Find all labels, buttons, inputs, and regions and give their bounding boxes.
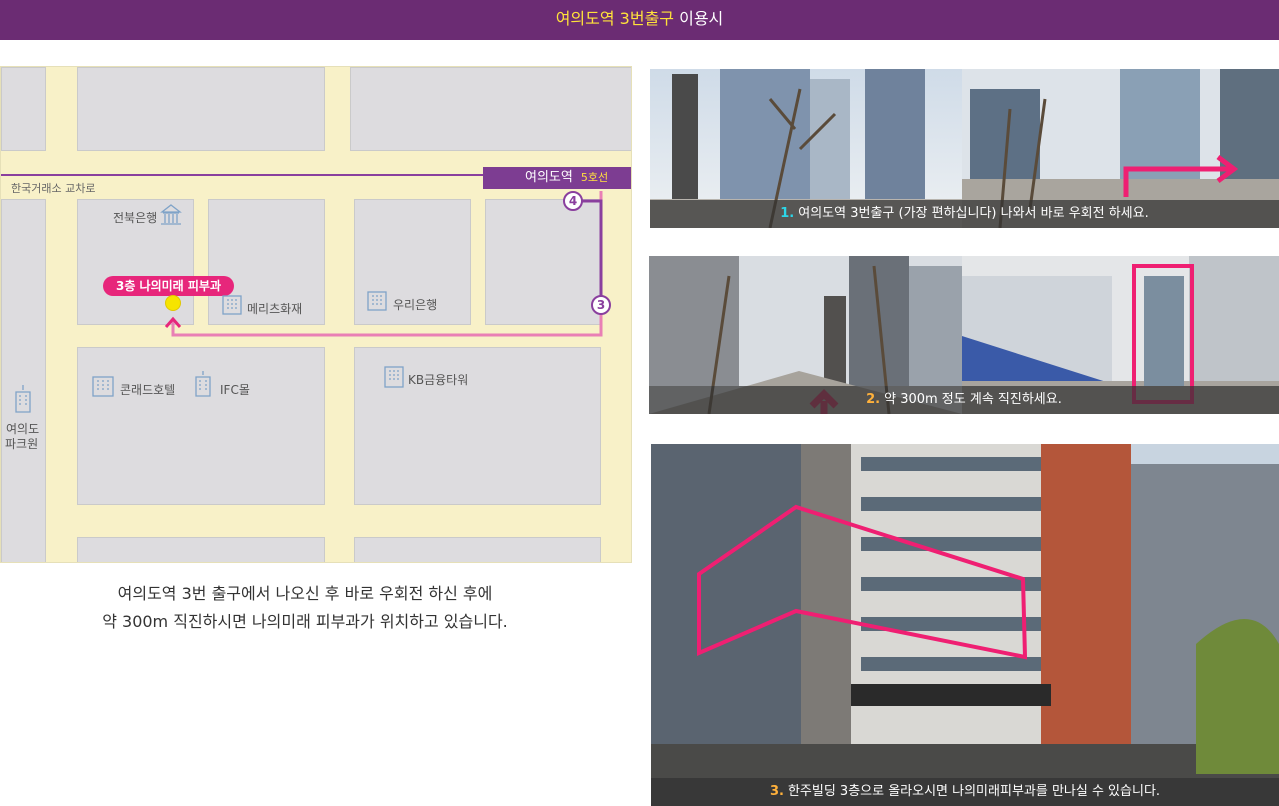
route-lines [1, 174, 631, 337]
caption-text: 약 300m 정도 계속 직진하세요. [884, 392, 1062, 407]
clinic-label: 3층 나의미래 피부과 [103, 276, 234, 296]
place-conrad-hotel: 콘래드호텔 [120, 383, 176, 397]
place-meritz: 메리츠화재 [247, 302, 303, 316]
photo-step-1: 1. 여의도역 3번출구 (가장 편하십니다) 나와서 바로 우회전 하세요. [650, 69, 1279, 228]
step-number: 1. [780, 206, 795, 221]
description-line-1: 여의도역 3번 출구에서 나오신 후 바로 우회전 하신 후에 [117, 584, 493, 603]
header-title-rest: 이용시 [679, 9, 724, 28]
header-title-highlight: 여의도역 3번출구 [555, 9, 675, 28]
hanju-building-photo [651, 444, 1279, 806]
photo-caption-2: 2. 약 300m 정도 계속 직진하세요. [649, 386, 1279, 414]
office-building-icon [221, 293, 243, 319]
step-number: 2. [866, 392, 881, 407]
step-number: 3. [769, 784, 784, 799]
place-kb-tower: KB금융타워 [408, 373, 469, 387]
office-building-icon [366, 289, 388, 315]
place-jeonbuk-bank: 전북은행 [113, 211, 158, 225]
hotel-building-icon [91, 373, 115, 401]
description-line-2: 약 300m 직진하시면 나의미래 피부과가 위치하고 있습니다. [102, 612, 508, 631]
place-woori-bank: 우리은행 [393, 298, 438, 312]
photo-caption-3: 3. 한주빌딩 3층으로 올라오시면 나의미래피부과를 만나실 수 있습니다. [651, 778, 1279, 806]
exit-route [575, 199, 603, 297]
station-line: 5호선 [580, 171, 609, 184]
location-map: 한국거래소 교차로 여의도역 5호선 4 3 3층 나의미래 피부과 전북은행 메… [0, 66, 632, 563]
mall-building-icon [191, 369, 215, 401]
station-badge: 여의도역 5호선 [483, 167, 631, 189]
clinic-location-dot [165, 295, 181, 311]
tower-building-icon [383, 365, 405, 393]
directions-description: 여의도역 3번 출구에서 나오신 후 바로 우회전 하신 후에 약 300m 직… [0, 580, 610, 636]
caption-text: 여의도역 3번출구 (가장 편하십니다) 나와서 바로 우회전 하세요. [798, 206, 1149, 221]
station-name: 여의도역 [525, 170, 573, 185]
page-header: 여의도역 3번출구 이용시 [0, 0, 1279, 40]
place-ifc-mall: IFC몰 [220, 383, 250, 397]
step-4-marker: 4 [563, 191, 583, 211]
caption-text: 한주빌딩 3층으로 올라오시면 나의미래피부과를 만나실 수 있습니다. [787, 784, 1161, 799]
park-building-icon [11, 383, 35, 417]
road-label: 한국거래소 교차로 [11, 182, 96, 195]
photo-step-3: 3. 한주빌딩 3층으로 올라오시면 나의미래피부과를 만나실 수 있습니다. [651, 444, 1279, 806]
photo-step-2: 2. 약 300m 정도 계속 직진하세요. [649, 256, 1279, 414]
bank-building-icon [159, 203, 183, 229]
step-3-marker: 3 [591, 295, 611, 315]
photo-caption-1: 1. 여의도역 3번출구 (가장 편하십니다) 나와서 바로 우회전 하세요. [650, 200, 1279, 228]
place-parkone-line2: 파크원 [5, 437, 39, 451]
